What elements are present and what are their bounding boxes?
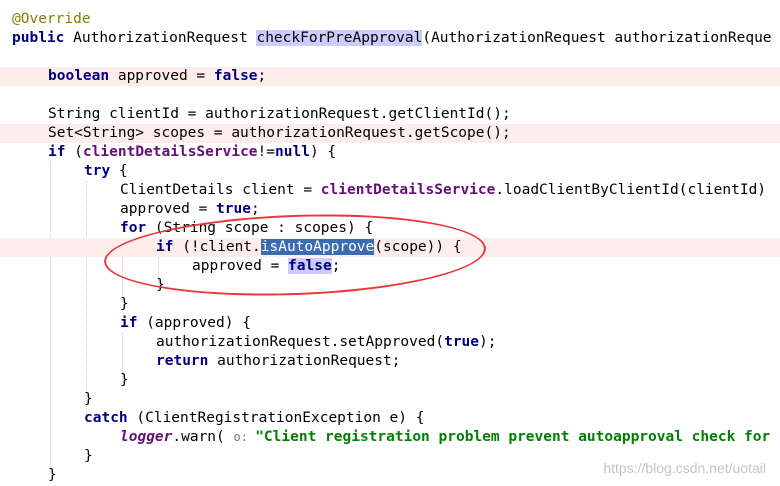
- keyword-if: if: [120, 315, 138, 331]
- close-brace: }: [84, 391, 93, 407]
- close-brace: }: [48, 467, 57, 483]
- code-line[interactable]: logger.warn( o: "Client registration pro…: [0, 428, 780, 447]
- scopes-line: Set<String> scopes = authorizationReques…: [48, 125, 511, 141]
- approved-check: (approved) {: [137, 315, 251, 331]
- keyword-false: false: [213, 68, 258, 84]
- not-equal-operator: !=: [257, 144, 276, 160]
- method-name-highlight[interactable]: checkForPreApproval: [256, 30, 423, 46]
- semicolon: ;: [250, 201, 260, 217]
- method-params: (AuthorizationRequest authorizationReque: [422, 30, 772, 46]
- client-id-line: String clientId = authorizationRequest.g…: [48, 106, 511, 122]
- keyword-boolean: boolean: [48, 68, 110, 84]
- watermark: https://blog.csdn.net/uotail: [603, 460, 766, 476]
- if-open-paren: (: [65, 144, 83, 160]
- keyword-true: true: [444, 334, 480, 350]
- code-line[interactable]: boolean approved = false;: [0, 67, 780, 86]
- keyword-true: true: [216, 201, 251, 217]
- code-line[interactable]: ClientDetails client = clientDetailsServ…: [0, 181, 780, 200]
- keyword-if: if: [48, 144, 66, 160]
- catch-header: (ClientRegistrationException e) {: [127, 410, 425, 426]
- code-line[interactable]: return authorizationRequest;: [0, 352, 780, 371]
- code-line[interactable]: catch (ClientRegistrationException e) {: [0, 409, 780, 428]
- logger-field: logger: [120, 429, 173, 445]
- code-line[interactable]: try {: [0, 162, 780, 181]
- close-brace: }: [120, 372, 129, 388]
- keyword-public: public: [12, 30, 65, 46]
- close-paren-brace: ) {: [309, 144, 337, 160]
- keyword-try: try: [84, 163, 111, 179]
- keyword-for: for: [120, 220, 147, 236]
- code-line[interactable]: authorizationRequest.setApproved(true);: [0, 333, 780, 352]
- code-line[interactable]: }: [0, 295, 780, 314]
- client-details-service-field: clientDetailsService: [320, 182, 496, 198]
- code-line[interactable]: @Override: [0, 10, 780, 29]
- return-type: AuthorizationRequest: [73, 30, 248, 46]
- approved-assign: approved =: [120, 201, 217, 217]
- code-line[interactable]: if (approved) {: [0, 314, 780, 333]
- warn-call: .warn(: [172, 429, 234, 445]
- warn-message-string: "Client registration problem prevent aut…: [255, 429, 771, 445]
- keyword-return: return: [156, 353, 209, 369]
- approved-declaration: approved =: [117, 68, 214, 84]
- return-value: authorizationRequest;: [208, 353, 401, 369]
- set-approved-call: authorizationRequest.setApproved(: [156, 334, 445, 350]
- client-details-declaration: ClientDetails client =: [120, 182, 321, 198]
- load-client-call: .loadClientByClientId(clientId): [495, 182, 767, 198]
- code-line[interactable]: }: [0, 390, 780, 409]
- code-line[interactable]: public AuthorizationRequest checkForPreA…: [0, 29, 780, 48]
- code-line[interactable]: String clientId = authorizationRequest.g…: [0, 105, 780, 124]
- close-brace: }: [84, 448, 93, 464]
- client-details-service-field: clientDetailsService: [82, 144, 258, 160]
- brace-open: {: [110, 163, 128, 179]
- semicolon: ;: [257, 68, 267, 84]
- close-brace: }: [120, 296, 129, 312]
- code-line[interactable]: Set<String> scopes = authorizationReques…: [0, 124, 780, 143]
- code-line[interactable]: }: [0, 371, 780, 390]
- keyword-catch: catch: [84, 410, 128, 426]
- override-annotation: @Override: [12, 11, 91, 27]
- call-close: );: [479, 334, 497, 350]
- parameter-hint: o:: [233, 430, 256, 444]
- code-line[interactable]: if (clientDetailsService!=null) {: [0, 143, 780, 162]
- keyword-null: null: [275, 144, 310, 160]
- code-editor[interactable]: @Override public AuthorizationRequest ch…: [0, 0, 780, 486]
